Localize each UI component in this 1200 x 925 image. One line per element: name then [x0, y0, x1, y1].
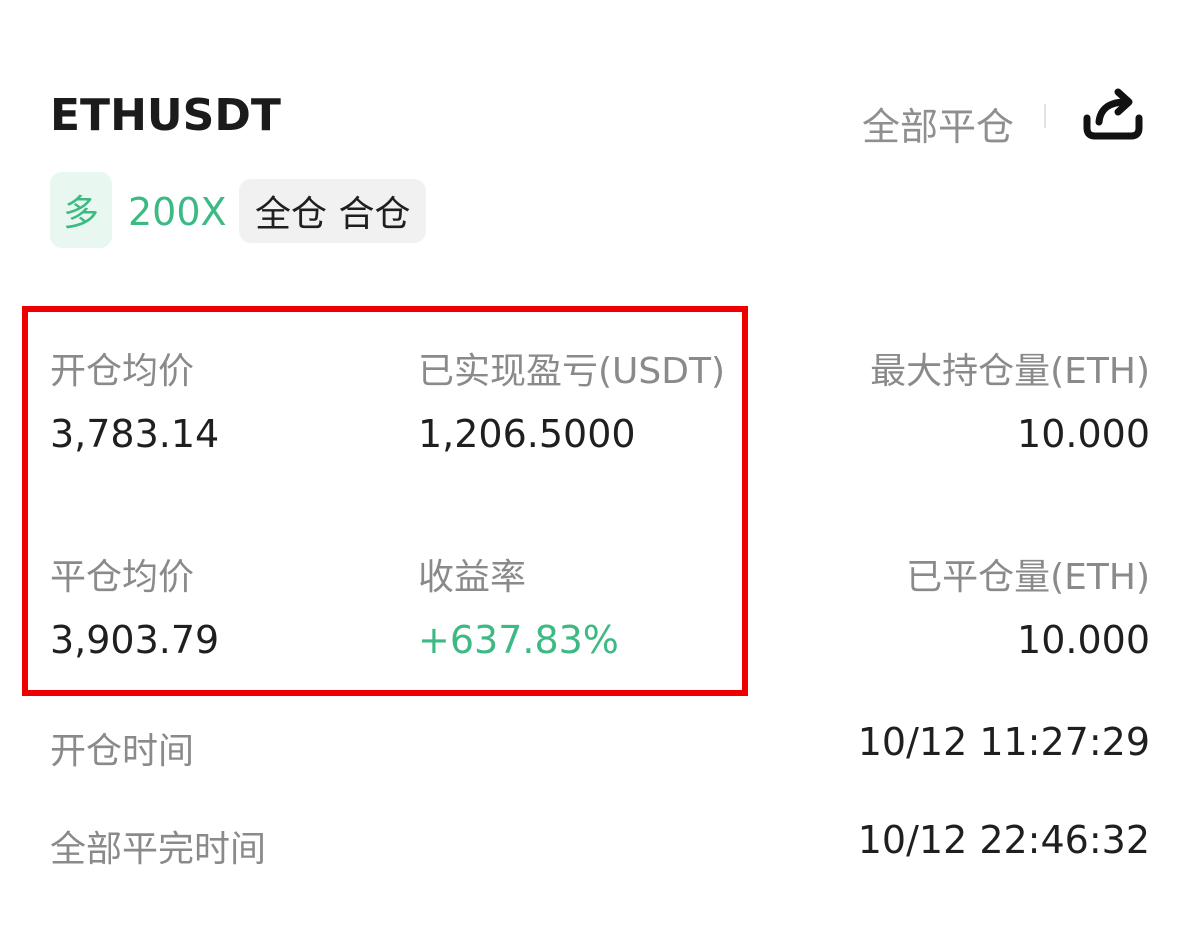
close-avg-price-value: 3,903.79 — [50, 618, 220, 662]
leverage-badge: 200X — [128, 190, 227, 234]
open-time-value: 10/12 11:27:29 — [857, 720, 1150, 764]
closed-qty-label: 已平仓量(ETH) — [906, 557, 1150, 598]
roi-value: +637.83% — [418, 618, 619, 662]
open-avg-price-value: 3,783.14 — [50, 412, 220, 456]
open-time-label: 开仓时间 — [50, 731, 195, 772]
header-divider — [1044, 104, 1046, 128]
open-avg-price-label: 开仓均价 — [50, 351, 195, 392]
margin-mode-badge: 全仓 合仓 — [239, 179, 427, 243]
full-close-time-label: 全部平完时间 — [50, 829, 267, 870]
closed-qty-value: 10.000 — [1017, 618, 1150, 662]
max-position-value: 10.000 — [1017, 412, 1150, 456]
close-all-button[interactable]: 全部平仓 — [862, 96, 1014, 151]
max-position-label: 最大持仓量(ETH) — [870, 351, 1150, 392]
full-close-time-value: 10/12 22:46:32 — [857, 818, 1150, 862]
share-icon[interactable] — [1082, 84, 1144, 142]
symbol-title: ETHUSDT — [50, 90, 281, 141]
realized-pnl-value: 1,206.5000 — [418, 412, 636, 456]
realized-pnl-label: 已实现盈亏(USDT) — [418, 351, 726, 392]
position-side-badge: 多 — [50, 172, 112, 248]
close-avg-price-label: 平仓均价 — [50, 557, 195, 598]
roi-label: 收益率 — [418, 557, 527, 598]
